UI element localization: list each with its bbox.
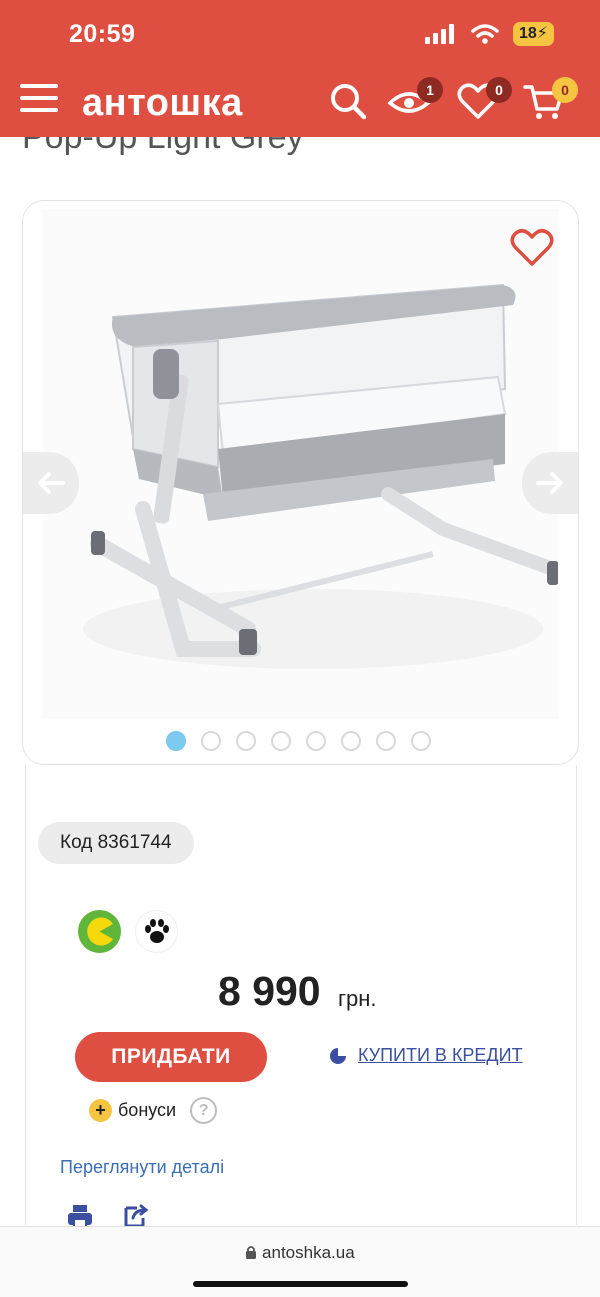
credit-label: КУПИТИ В КРЕДИТ: [358, 1045, 523, 1065]
home-indicator[interactable]: [193, 1281, 408, 1287]
gallery-pagination: [166, 731, 431, 751]
gallery-dot[interactable]: [306, 731, 326, 751]
bassinet-illustration: [83, 283, 560, 669]
price-value: 8 990: [218, 968, 321, 1014]
signal-icon: [424, 24, 454, 44]
logo[interactable]: антошка: [82, 82, 243, 125]
bonus-label: бонуси: [118, 1100, 177, 1120]
app-header: 20:59 18⚡ антошка 1 0 0: [0, 0, 600, 137]
gallery-dot[interactable]: [376, 731, 396, 751]
gallery-next-button[interactable]: [522, 452, 578, 514]
gallery-dot[interactable]: [236, 731, 256, 751]
status-time: 20:59: [69, 20, 136, 48]
cart-button[interactable]: 0: [522, 77, 578, 123]
battery-level: 18: [518, 25, 537, 42]
gallery-dot[interactable]: [341, 731, 361, 751]
buy-button[interactable]: ПРИДБАТИ: [75, 1032, 267, 1082]
cart-count-badge: 0: [552, 77, 578, 103]
pie-chart-icon: [330, 1046, 347, 1064]
product-tools: [67, 1204, 149, 1228]
product-image[interactable]: [43, 209, 560, 719]
browser-address-bar[interactable]: antoshka.ua: [0, 1226, 600, 1297]
search-icon[interactable]: [326, 79, 370, 123]
view-details-link[interactable]: Переглянути деталі: [60, 1157, 224, 1178]
wifi-icon: [471, 24, 499, 44]
viewed-products-button[interactable]: 1: [387, 77, 443, 123]
wishlist-count-badge: 0: [486, 77, 512, 103]
paw-badge-icon[interactable]: [135, 910, 178, 953]
status-icons: 18⚡: [424, 22, 554, 46]
print-icon[interactable]: [67, 1204, 93, 1228]
charging-icon: ⚡: [536, 25, 548, 42]
status-bar: 20:59 18⚡: [0, 0, 600, 64]
url-text: antoshka.ua: [262, 1243, 355, 1262]
arrow-right-icon: [536, 472, 563, 494]
lock-icon: [246, 1246, 257, 1259]
product-gallery: [22, 200, 579, 765]
bonus-row: + бонуси ?: [89, 1097, 218, 1124]
product-badges: [78, 910, 178, 953]
buy-on-credit-link[interactable]: КУПИТИ В КРЕДИТ: [328, 1045, 523, 1066]
gallery-dot[interactable]: [411, 731, 431, 751]
price-currency: грн.: [338, 986, 377, 1011]
bonus-plus-icon: +: [89, 1099, 112, 1122]
share-icon[interactable]: [123, 1204, 149, 1228]
pacman-badge-icon[interactable]: [78, 910, 121, 953]
battery-indicator: 18⚡: [512, 22, 554, 46]
top-nav: антошка 1 0 0: [0, 66, 600, 137]
pacman-icon: [81, 913, 118, 950]
url-row: antoshka.ua: [0, 1243, 600, 1263]
page: 20:59 18⚡ антошка 1 0 0 Pop-Up Light Gre…: [0, 0, 600, 1297]
gallery-dot[interactable]: [271, 731, 291, 751]
gallery-prev-button[interactable]: [23, 452, 79, 514]
hamburger-icon[interactable]: [20, 84, 58, 120]
gallery-dot[interactable]: [166, 731, 186, 751]
paw-icon: [144, 918, 169, 943]
wishlist-button[interactable]: 0: [456, 77, 512, 123]
product-code: Код 8361744: [38, 822, 194, 864]
arrow-left-icon: [38, 472, 65, 494]
add-to-wishlist-heart-icon[interactable]: [509, 227, 555, 267]
viewed-count-badge: 1: [417, 77, 443, 103]
bonus-help-icon[interactable]: ?: [190, 1097, 218, 1124]
gallery-dot[interactable]: [201, 731, 221, 751]
